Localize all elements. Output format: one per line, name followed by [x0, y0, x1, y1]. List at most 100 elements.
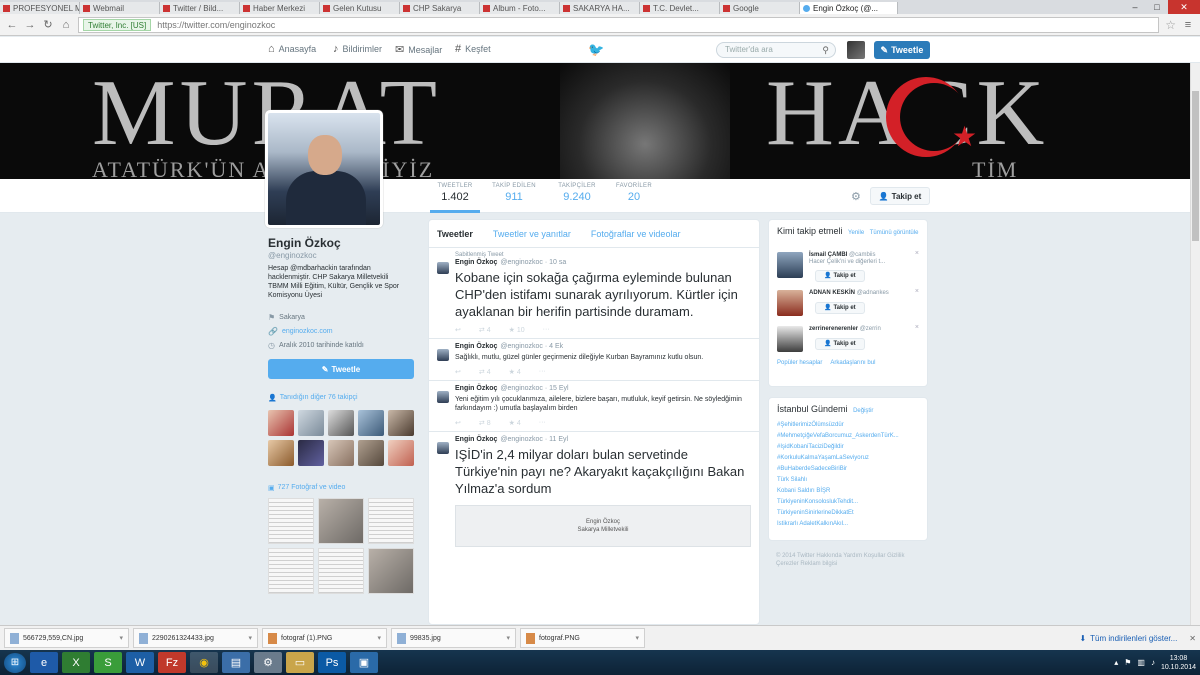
suggested-user-avatar[interactable] [777, 326, 803, 352]
stat-tweets[interactable]: TWEETLER 1.402 [430, 183, 480, 213]
photo-thumbnail[interactable] [268, 498, 314, 544]
stat-followers[interactable]: TAKİPÇİLER 9.240 [552, 183, 602, 203]
favorite-icon[interactable]: ★ 4 [509, 419, 521, 427]
browser-tab[interactable]: SAKARYA HA... [560, 2, 640, 14]
photo-thumbnail[interactable] [268, 548, 314, 594]
forward-icon[interactable]: → [24, 19, 36, 31]
filezilla-icon[interactable]: Fz [158, 652, 186, 673]
network-status-icon[interactable]: ▥ [1137, 658, 1145, 667]
show-all-downloads[interactable]: ⬇ Tüm indirilenleri göster... ✕ [1079, 634, 1196, 643]
trend-item[interactable]: #MehmetçiğeVefaBorcumuz_AskerdenTürK... [769, 431, 927, 442]
tweet-avatar[interactable] [437, 262, 449, 274]
follower-avatar[interactable] [268, 410, 294, 436]
change-trends-link[interactable]: Değiştir [853, 408, 873, 414]
view-all-link[interactable]: Tümünü görüntüle [870, 230, 919, 236]
follower-avatar[interactable] [388, 440, 414, 466]
gear-icon[interactable]: ⚙ [851, 190, 861, 203]
follower-avatar[interactable] [328, 440, 354, 466]
photos-videos-link[interactable]: ▣ 727 Fotoğraf ve video [268, 484, 345, 492]
trend-item[interactable]: #BuHaberdeSadeceBiriBir [769, 464, 927, 475]
nav-notifications[interactable]: ♪ Bildirimler [333, 43, 382, 55]
trend-item[interactable]: Kobani Saldırı BİŞR [769, 486, 927, 497]
reply-icon[interactable]: ↩ [455, 368, 461, 376]
chevron-down-icon[interactable]: ▾ [377, 634, 381, 642]
browser-tab-active[interactable]: Engin Özkoç (@... [800, 2, 898, 14]
photo-thumbnail[interactable] [318, 498, 364, 544]
more-icon[interactable]: ··· [539, 368, 546, 376]
trend-item[interactable]: #IşidKobaniTaciziDeğildir [769, 442, 927, 453]
tweet-media-card[interactable]: Engin Özkoç Sakarya Milletvekili [455, 505, 751, 547]
flag-icon[interactable]: ⚑ [1124, 658, 1131, 667]
stat-favorites[interactable]: FAVORİLER 20 [610, 183, 658, 203]
download-item[interactable]: fotograf (1).PNG ▾ [262, 628, 387, 648]
follower-avatar[interactable] [268, 440, 294, 466]
follow-suggested-button[interactable]: 👤 Takip et [815, 338, 865, 350]
tweet-avatar[interactable] [437, 391, 449, 403]
start-button[interactable]: ⊞ [4, 652, 26, 673]
close-icon[interactable]: ✕ [1168, 0, 1200, 14]
trend-item[interactable]: Türk Silahlı [769, 475, 927, 486]
browser-tab[interactable]: Google [720, 2, 800, 14]
tweet-to-button[interactable]: ✎ Tweetle [268, 359, 414, 379]
tweet[interactable]: Engin Özkoç @enginozkoc · 11 Eyl IŞİD'in … [429, 432, 759, 551]
browser-tab[interactable]: Album - Foto... [480, 2, 560, 14]
browser-tab[interactable]: Webmail [80, 2, 160, 14]
close-icon[interactable]: ✕ [1189, 634, 1196, 643]
search-icon[interactable]: ⚲ [822, 43, 829, 57]
stat-following[interactable]: TAKİP EDİLEN 911 [486, 183, 542, 203]
dismiss-icon[interactable]: × [915, 324, 919, 331]
favorite-icon[interactable]: ★ 10 [509, 326, 525, 334]
follower-avatar[interactable] [388, 410, 414, 436]
favorite-icon[interactable]: ★ 4 [509, 368, 521, 376]
menu-icon[interactable]: ≡ [1182, 19, 1194, 31]
tweet[interactable]: Engin Özkoç @enginozkoc · 15 Eyl Yeni eği… [429, 381, 759, 432]
popular-accounts-link[interactable]: Popüler hesaplar [777, 360, 822, 366]
browser-tab[interactable]: Gelen Kutusu [320, 2, 400, 14]
app-green-icon[interactable]: S [94, 652, 122, 673]
tweet-avatar[interactable] [437, 442, 449, 454]
reload-icon[interactable]: ↻ [42, 18, 54, 31]
network-icon[interactable]: ⚙ [254, 652, 282, 673]
nav-discover[interactable]: # Keşfet [455, 43, 491, 55]
follower-avatar[interactable] [298, 410, 324, 436]
scrollbar-thumb[interactable] [1192, 91, 1199, 241]
follower-avatar[interactable] [358, 440, 384, 466]
download-item[interactable]: 99835.jpg ▾ [391, 628, 516, 648]
photo-thumbnail[interactable] [368, 498, 414, 544]
browser-tab[interactable]: Haber Merkezi [240, 2, 320, 14]
photo-thumbnail[interactable] [368, 548, 414, 594]
download-item[interactable]: 566729,559,CN.jpg ▾ [4, 628, 129, 648]
retweet-icon[interactable]: ⇄ 4 [479, 326, 491, 334]
home-icon[interactable]: ⌂ [60, 19, 72, 31]
dismiss-icon[interactable]: × [915, 250, 919, 257]
profile-avatar[interactable] [265, 110, 383, 228]
app-blue-icon[interactable]: ▤ [222, 652, 250, 673]
nav-home[interactable]: ⌂ Anasayfa [268, 43, 316, 55]
follow-button[interactable]: 👤 Takip et [870, 187, 930, 205]
browser-tab[interactable]: Twitter / Bild... [160, 2, 240, 14]
follower-avatar[interactable] [328, 410, 354, 436]
tweet[interactable]: Sabitlenmiş Tweet Engin Özkoç @enginozkoc… [429, 248, 759, 339]
follower-avatar[interactable] [298, 440, 324, 466]
retweet-icon[interactable]: ⇄ 8 [479, 419, 491, 427]
chevron-down-icon[interactable]: ▾ [248, 634, 252, 642]
followers-you-know-link[interactable]: 👤 Tanıdığın diğer 76 takipçi [268, 394, 358, 402]
trend-item[interactable]: #ŞehitlerimizÖlümsüzdür [769, 420, 927, 431]
dismiss-icon[interactable]: × [915, 288, 919, 295]
chevron-down-icon[interactable]: ▾ [506, 634, 510, 642]
follow-suggested-button[interactable]: 👤 Takip et [815, 302, 865, 314]
footer-links[interactable]: © 2014 Twitter Hakkında Yardım Koşullar … [776, 552, 916, 568]
back-icon[interactable]: ← [6, 19, 18, 31]
word-icon[interactable]: W [126, 652, 154, 673]
trend-item[interactable]: Istikrarlı AdaletKalkınAkıl... [769, 519, 927, 530]
account-avatar[interactable] [847, 41, 865, 59]
browser-tab[interactable]: CHP Sakarya [400, 2, 480, 14]
chevron-up-icon[interactable]: ▴ [1114, 658, 1118, 667]
trend-item[interactable]: #KorkuluKalmaYaşamLaSeviyoruz [769, 453, 927, 464]
twitter-bird-icon[interactable]: 🐦 [588, 42, 604, 58]
refresh-link[interactable]: Yenile [848, 230, 864, 236]
tweet[interactable]: Engin Özkoç @enginozkoc · 4 Ek Sağlıklı, … [429, 339, 759, 381]
suggested-user-avatar[interactable] [777, 290, 803, 316]
find-friends-link[interactable]: Arkadaşlarını bul [830, 360, 875, 366]
follow-suggested-button[interactable]: 👤 Takip et [815, 270, 865, 282]
